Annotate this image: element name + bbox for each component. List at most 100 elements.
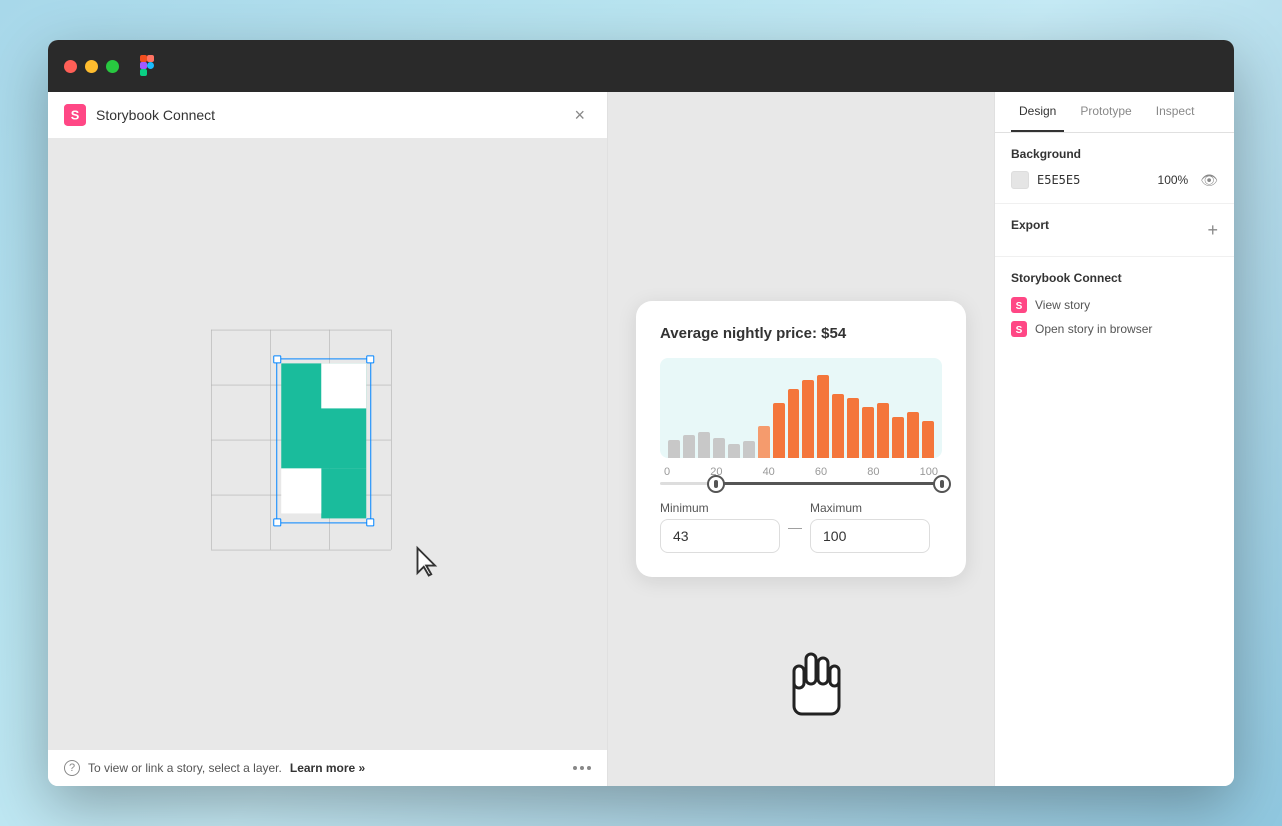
bar	[877, 403, 889, 458]
footer-text: To view or link a story, select a layer.	[88, 761, 282, 775]
maximize-traffic-light[interactable]	[106, 60, 119, 73]
minimize-traffic-light[interactable]	[85, 60, 98, 73]
background-section-title: Background	[1011, 147, 1218, 161]
bar	[743, 441, 755, 458]
dot	[580, 766, 584, 770]
handle-bottom-left[interactable]	[273, 518, 281, 526]
range-track[interactable]	[660, 482, 942, 485]
shape-group	[281, 363, 366, 518]
plugin-title-group: S Storybook Connect	[64, 104, 215, 126]
range-label-0: 0	[664, 466, 670, 478]
close-button[interactable]: ×	[568, 104, 591, 126]
bar	[683, 435, 695, 458]
tab-design[interactable]: Design	[1011, 92, 1064, 132]
tab-prototype[interactable]: Prototype	[1072, 92, 1139, 132]
svg-text:S: S	[1016, 301, 1023, 312]
dot	[573, 766, 577, 770]
grid-line	[211, 330, 212, 550]
storybook-view-story-icon: S	[1011, 297, 1027, 313]
learn-more-link[interactable]: Learn more »	[290, 761, 365, 775]
dash-separator: —	[788, 519, 802, 535]
storybook-logo-icon: S	[64, 104, 86, 126]
bar	[862, 407, 874, 458]
bar	[788, 389, 800, 458]
component-shapes	[281, 363, 366, 518]
selection-box	[276, 358, 371, 523]
hand-svg	[784, 646, 849, 726]
thumb-inner-icon	[940, 480, 944, 488]
more-options-button[interactable]	[573, 766, 591, 770]
handle-bottom-right[interactable]	[366, 518, 374, 526]
footer-info: ? To view or link a story, select a laye…	[64, 760, 365, 776]
bar	[847, 398, 859, 458]
range-thumb-left[interactable]	[707, 475, 725, 493]
bar	[728, 444, 740, 458]
export-section: Export +	[995, 204, 1234, 257]
plugin-panel: S Storybook Connect ×	[48, 92, 608, 786]
plugin-header: S Storybook Connect ×	[48, 92, 607, 139]
storybook-connect-title: Storybook Connect	[1011, 271, 1218, 285]
bar	[832, 394, 844, 458]
range-thumb-right[interactable]	[933, 475, 951, 493]
minmax-row: Minimum — Maximum	[660, 501, 942, 553]
minimum-input[interactable]	[660, 519, 780, 553]
background-color-swatch[interactable]	[1011, 171, 1029, 189]
open-story-browser-label: Open story in browser	[1035, 322, 1152, 336]
range-labels: 0 20 40 60 80 100	[660, 466, 942, 478]
plugin-footer: ? To view or link a story, select a laye…	[48, 749, 607, 786]
bar	[773, 403, 785, 458]
close-traffic-light[interactable]	[64, 60, 77, 73]
range-label-80: 80	[867, 466, 879, 478]
histogram-bars	[660, 358, 942, 458]
help-icon[interactable]: ?	[64, 760, 80, 776]
hand-cursor-icon	[784, 646, 849, 731]
figma-logo	[119, 52, 159, 81]
mac-window: S Storybook Connect ×	[48, 40, 1234, 786]
maximum-input[interactable]	[810, 519, 930, 553]
handle-top-left[interactable]	[273, 355, 281, 363]
minimum-group: Minimum	[660, 501, 780, 553]
bar	[668, 440, 680, 458]
bar	[713, 438, 725, 458]
storybook-browser-icon: S	[1011, 321, 1027, 337]
card-title: Average nightly price: $54	[660, 325, 942, 342]
bar	[907, 412, 919, 458]
title-bar	[48, 40, 1234, 92]
traffic-lights	[64, 60, 119, 73]
handle-top-right[interactable]	[366, 355, 374, 363]
background-section: Background E5E5E5 100% 👁	[995, 133, 1234, 204]
export-section-title: Export	[1011, 218, 1049, 232]
maximum-group: Maximum	[810, 501, 930, 553]
dot	[587, 766, 591, 770]
background-color-row: E5E5E5 100% 👁	[1011, 171, 1218, 189]
airbnb-card: Average nightly price: $54	[636, 301, 966, 577]
tab-inspect[interactable]: Inspect	[1148, 92, 1203, 132]
export-section-header: Export +	[1011, 218, 1218, 242]
grid-line	[211, 330, 391, 331]
eye-icon[interactable]: 👁	[1200, 172, 1218, 189]
bar	[758, 426, 770, 458]
range-label-40: 40	[763, 466, 775, 478]
range-active	[716, 482, 942, 485]
panel-tabs: Design Prototype Inspect	[995, 92, 1234, 133]
svg-text:S: S	[1016, 325, 1023, 336]
grid-line	[211, 550, 391, 551]
background-color-hex: E5E5E5	[1037, 173, 1080, 187]
canvas-area[interactable]	[48, 139, 607, 749]
bar	[922, 421, 934, 458]
grid-line	[391, 330, 392, 550]
bar	[892, 417, 904, 458]
svg-text:S: S	[71, 108, 80, 123]
right-panel: Design Prototype Inspect Background E5E5…	[994, 92, 1234, 786]
add-export-button[interactable]: +	[1207, 220, 1218, 241]
open-story-browser-link[interactable]: S Open story in browser	[1011, 321, 1218, 337]
range-label-60: 60	[815, 466, 827, 478]
storybook-connect-section: Storybook Connect S View story S Open st…	[995, 257, 1234, 359]
bar	[698, 432, 710, 458]
minimum-label: Minimum	[660, 501, 780, 515]
view-story-link[interactable]: S View story	[1011, 297, 1218, 313]
plugin-title: Storybook Connect	[96, 107, 215, 123]
center-canvas[interactable]: Average nightly price: $54	[608, 92, 994, 786]
bar	[817, 375, 829, 458]
cursor-arrow-icon	[415, 545, 445, 581]
